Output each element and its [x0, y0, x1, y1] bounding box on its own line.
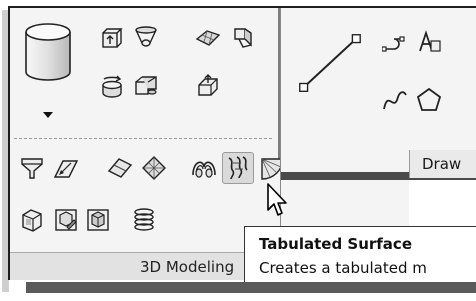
- cylinder-icon[interactable]: [22, 22, 74, 84]
- box-edit-icon[interactable]: [50, 204, 82, 236]
- box-extrude-icon[interactable]: [96, 22, 128, 54]
- revolve-icon[interactable]: [96, 70, 128, 102]
- tooltip-description: Creates a tabulated m: [259, 259, 427, 277]
- text-icon[interactable]: [413, 26, 445, 58]
- planar-fold-icon[interactable]: [226, 22, 258, 54]
- funnel-icon[interactable]: [16, 152, 48, 184]
- modeling-panel-title[interactable]: 3D Modeling: [10, 252, 278, 280]
- coil-icon[interactable]: [128, 204, 160, 236]
- ruled-surface-icon[interactable]: [188, 152, 220, 184]
- panel-dashed-separator: [14, 138, 272, 139]
- plane-diamond-icon[interactable]: [104, 152, 136, 184]
- frame-shadow-bottom: [26, 282, 476, 293]
- plane-surface-icon[interactable]: [192, 22, 224, 54]
- diamond-grid-icon[interactable]: [138, 152, 170, 184]
- tabulated-surface-icon[interactable]: [222, 152, 254, 184]
- extrude-faces-icon[interactable]: [192, 70, 224, 102]
- modeling-panel: 3D Modeling: [10, 8, 284, 280]
- edit-surface-icon[interactable]: [50, 152, 82, 184]
- mouse-cursor-icon: [266, 182, 290, 218]
- spline-icon[interactable]: [379, 84, 411, 116]
- tooltip-title: Tabulated Surface: [259, 235, 412, 253]
- box-solid-icon[interactable]: [82, 204, 114, 236]
- box-3d-icon[interactable]: [16, 204, 48, 236]
- cylinder-dropdown-arrow-icon[interactable]: [43, 112, 53, 118]
- union-box-icon[interactable]: [130, 70, 162, 102]
- tooltip: Tabulated Surface Creates a tabulated m: [244, 226, 476, 282]
- polyline-icon[interactable]: [379, 26, 411, 58]
- open-cylinder-icon[interactable]: [130, 22, 162, 54]
- line-icon[interactable]: [289, 24, 369, 104]
- polygon-icon[interactable]: [413, 84, 445, 116]
- tab-draw[interactable]: Draw: [409, 150, 476, 178]
